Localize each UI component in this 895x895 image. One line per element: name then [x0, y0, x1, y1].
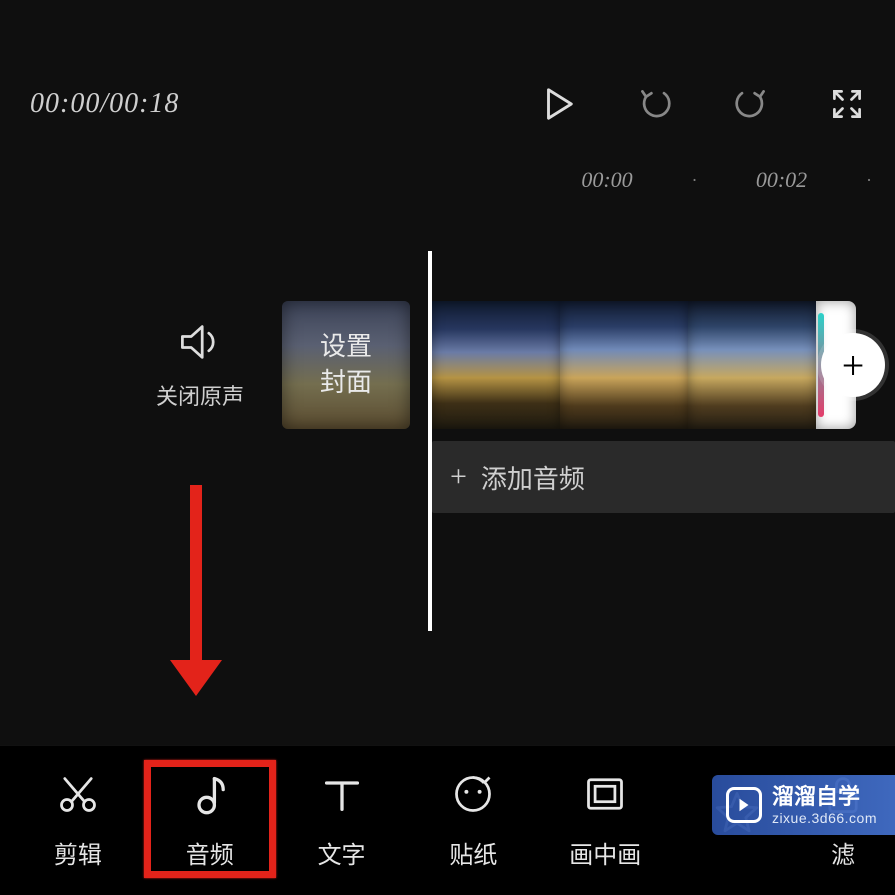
timeline-area: 关闭原声 设置 封面 + + 添加音频: [0, 251, 895, 631]
ruler-dot: ·: [867, 171, 872, 189]
tool-label: 画中画: [569, 835, 641, 870]
time-ruler: 00:00 · 00:02 ·: [0, 143, 895, 201]
sticker-icon: [451, 772, 495, 823]
top-controls-bar: 00:00/00:18: [0, 0, 895, 143]
text-icon: [320, 772, 364, 823]
ruler-tick: 00:02: [747, 167, 817, 193]
tool-label: 音频: [186, 835, 234, 870]
set-cover-button[interactable]: 设置 封面: [282, 301, 410, 429]
redo-button[interactable]: [733, 86, 769, 122]
playhead[interactable]: [428, 251, 432, 631]
speaker-icon: [178, 320, 222, 369]
video-clip-thumbnail[interactable]: [688, 301, 816, 429]
tool-text[interactable]: 文字: [276, 772, 408, 870]
add-clip-button[interactable]: +: [821, 333, 885, 397]
picture-in-picture-icon: [583, 772, 627, 823]
tool-label: 剪辑: [54, 835, 102, 870]
watermark: 溜溜自学 zixue.3d66.com: [712, 775, 895, 835]
time-display: 00:00/00:18: [30, 88, 179, 120]
play-button[interactable]: [539, 85, 577, 123]
add-audio-track[interactable]: + 添加音频: [432, 441, 895, 513]
fullscreen-button[interactable]: [829, 86, 865, 122]
music-note-icon: [188, 772, 232, 823]
watermark-title: 溜溜自学: [772, 784, 877, 809]
tool-label: 滤: [831, 835, 855, 870]
top-right-controls: [539, 85, 865, 123]
watermark-url: zixue.3d66.com: [772, 810, 877, 826]
add-audio-label: 添加音频: [481, 459, 585, 496]
timeline-left-panel: 关闭原声 设置 封面: [0, 301, 410, 429]
scissors-icon: [56, 772, 100, 823]
mute-label: 关闭原声: [156, 379, 244, 411]
video-editor-root: 00:00/00:18 00:00 · 00:02 ·: [0, 0, 895, 895]
tool-audio[interactable]: 音频: [144, 772, 276, 870]
video-clip-thumbnail[interactable]: [432, 301, 560, 429]
tool-pip[interactable]: 画中画: [539, 772, 671, 870]
cover-label-line: 封面: [320, 365, 372, 401]
tool-cut[interactable]: 剪辑: [12, 772, 144, 870]
mute-original-sound[interactable]: 关闭原声: [156, 320, 244, 411]
plus-icon: +: [450, 460, 467, 494]
tool-label: 贴纸: [449, 835, 497, 870]
cover-label-line: 设置: [320, 329, 372, 365]
tool-sticker[interactable]: 贴纸: [407, 772, 539, 870]
ruler-dot: ·: [692, 171, 697, 189]
video-clip-thumbnail[interactable]: [560, 301, 688, 429]
watermark-logo: [726, 787, 762, 823]
tool-label: 文字: [318, 835, 366, 870]
ruler-tick: 00:00: [572, 167, 642, 193]
undo-button[interactable]: [637, 86, 673, 122]
plus-icon: +: [842, 342, 865, 389]
